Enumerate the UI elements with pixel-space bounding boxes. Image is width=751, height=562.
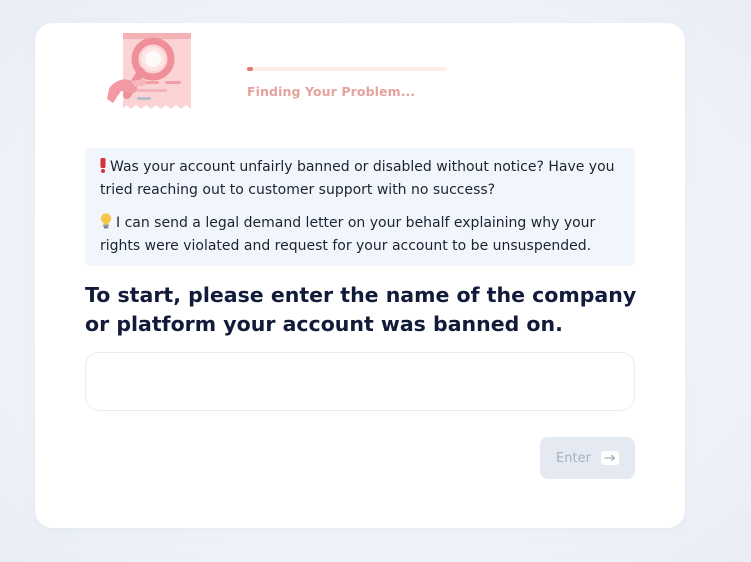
arrow-right-icon xyxy=(600,451,619,465)
question-card: Finding Your Problem... Was your account… xyxy=(35,23,685,528)
progress-label: Finding Your Problem... xyxy=(247,84,416,99)
company-name-input[interactable] xyxy=(85,352,635,411)
lightbulb-icon xyxy=(100,213,112,236)
receipt-magnifier-illustration xyxy=(107,33,191,109)
question-heading: To start, please enter the name of the c… xyxy=(85,283,637,336)
info-box: Was your account unfairly banned or disa… xyxy=(85,148,635,266)
progress-bar-fill xyxy=(247,67,253,71)
warning-text: Was your account unfairly banned or disa… xyxy=(100,159,615,198)
progress-bar xyxy=(247,67,447,71)
idea-paragraph: I can send a legal demand letter on your… xyxy=(100,213,619,257)
warning-paragraph: Was your account unfairly banned or disa… xyxy=(100,157,619,201)
exclamation-icon xyxy=(100,158,106,180)
idea-text: I can send a legal demand letter on your… xyxy=(100,215,596,254)
enter-button[interactable]: Enter xyxy=(540,437,635,479)
enter-button-label: Enter xyxy=(556,450,591,466)
